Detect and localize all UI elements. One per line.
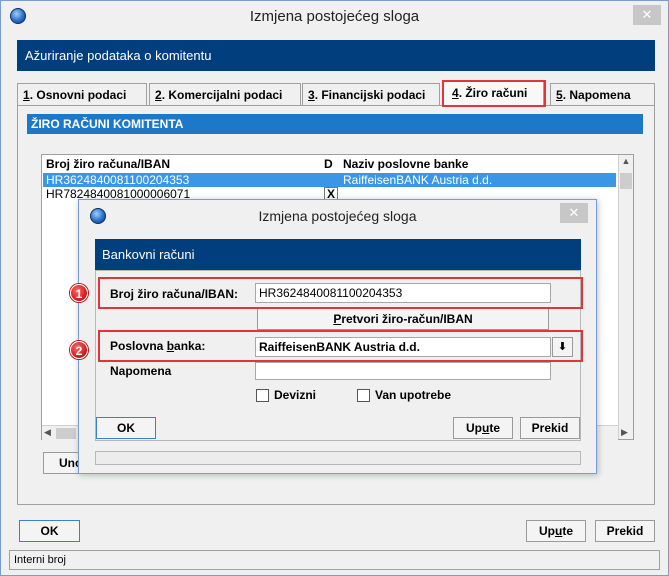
dialog-upute-button[interactable]: Upute (453, 417, 513, 439)
table-row[interactable]: HR3624840081100204353 RaiffeisenBANK Aus… (43, 173, 616, 187)
dialog-ok-button[interactable]: OK (96, 417, 156, 439)
scroll-thumb[interactable] (620, 173, 632, 189)
tab-label: . Osnovni podaci (29, 88, 127, 102)
scroll-right-icon[interactable]: ▶ (621, 427, 628, 438)
button-label: retvori žiro-račun/IBAN (341, 312, 473, 326)
window-title: Izmjena postojećeg sloga (249, 8, 420, 25)
close-button[interactable]: ✕ (633, 5, 661, 25)
bank-select[interactable]: RaiffeisenBANK Austria d.d. (255, 337, 551, 357)
col-header-bank[interactable]: Naziv poslovne banke (343, 157, 468, 171)
dialog-prekid-button[interactable]: Prekid (520, 417, 580, 439)
form-header: Ažuriranje podataka o komitentu (17, 40, 655, 71)
tab-key: 3 (308, 88, 315, 102)
button-label: Up (465, 421, 482, 435)
col-header-d[interactable]: D (324, 157, 333, 171)
ok-button[interactable]: OK (19, 520, 80, 542)
tab-ziro-racuni[interactable]: 4. Žiro računi (443, 81, 544, 107)
scroll-up-icon[interactable]: ▲ (620, 156, 632, 172)
cell-bank: RaiffeisenBANK Austria d.d. (343, 173, 493, 187)
upute-button[interactable]: Upute (526, 520, 586, 542)
status-bar: Interni broj (9, 550, 660, 570)
tab-label: . Žiro računi (458, 86, 528, 100)
van-upotrebe-label: Van upotrebe (375, 388, 452, 402)
bank-label: Poslovna banka: (110, 339, 205, 353)
tab-napomena[interactable]: 5. Napomena (550, 83, 655, 105)
convert-iban-button[interactable]: Pretvori žiro-račun/IBAN (257, 308, 549, 330)
tab-key: 5 (556, 88, 563, 102)
tab-key: 2 (155, 88, 162, 102)
badge-2: 2 (70, 341, 88, 359)
prekid-button[interactable]: Prekid (595, 520, 655, 542)
dialog-status-bar (95, 451, 581, 465)
tab-key: 4 (452, 86, 459, 100)
bank-account-dialog: Izmjena postojećeg sloga ✕ Bankovni raču… (70, 199, 597, 474)
tab-label: . Komercijalni podaci (161, 88, 283, 102)
scroll-left-icon[interactable]: ◀ (44, 427, 51, 438)
devizni-label: Devizni (274, 388, 317, 402)
tab-osnovni-podaci[interactable]: 1. Osnovni podaci (17, 83, 147, 105)
label-part: anka: (174, 339, 206, 353)
tab-key: 1 (23, 88, 30, 102)
section-header: ŽIRO RAČUNI KOMITENTA (27, 114, 643, 134)
col-header-iban[interactable]: Broj žiro računa/IBAN (46, 157, 170, 171)
note-label: Napomena (110, 364, 172, 378)
tab-label: . Napomena (562, 88, 631, 102)
title-bar: Izmjena postojećeg sloga ✕ (1, 1, 668, 33)
dropdown-arrow-icon[interactable]: ⬇ (552, 337, 573, 357)
iban-input[interactable]: HR3624840081100204353 (255, 283, 551, 303)
button-label: te (562, 524, 573, 538)
label-accel: b (166, 339, 175, 353)
dialog-header: Bankovni računi (95, 239, 581, 270)
dialog-title: Izmjena postojećeg sloga (258, 208, 417, 224)
devizni-checkbox[interactable] (256, 389, 269, 402)
button-label: te (489, 421, 500, 435)
label-part: Poslovna (110, 339, 167, 353)
tab-label: . Financijski podaci (314, 88, 426, 102)
cell-iban: HR3624840081100204353 (46, 173, 190, 187)
grid-vertical-scrollbar[interactable]: ▲ (618, 155, 633, 439)
badge-1: 1 (70, 284, 88, 302)
iban-label: Broj žiro računa/IBAN: (110, 287, 239, 301)
dialog-close-button[interactable]: ✕ (560, 203, 588, 223)
note-input[interactable] (255, 362, 551, 380)
tab-komercijalni-podaci[interactable]: 2. Komercijalni podaci (149, 83, 301, 105)
van-upotrebe-checkbox[interactable] (357, 389, 370, 402)
button-label: Up (538, 524, 555, 538)
hscroll-thumb[interactable] (56, 428, 76, 439)
tab-financijski-podaci[interactable]: 3. Financijski podaci (302, 83, 440, 105)
